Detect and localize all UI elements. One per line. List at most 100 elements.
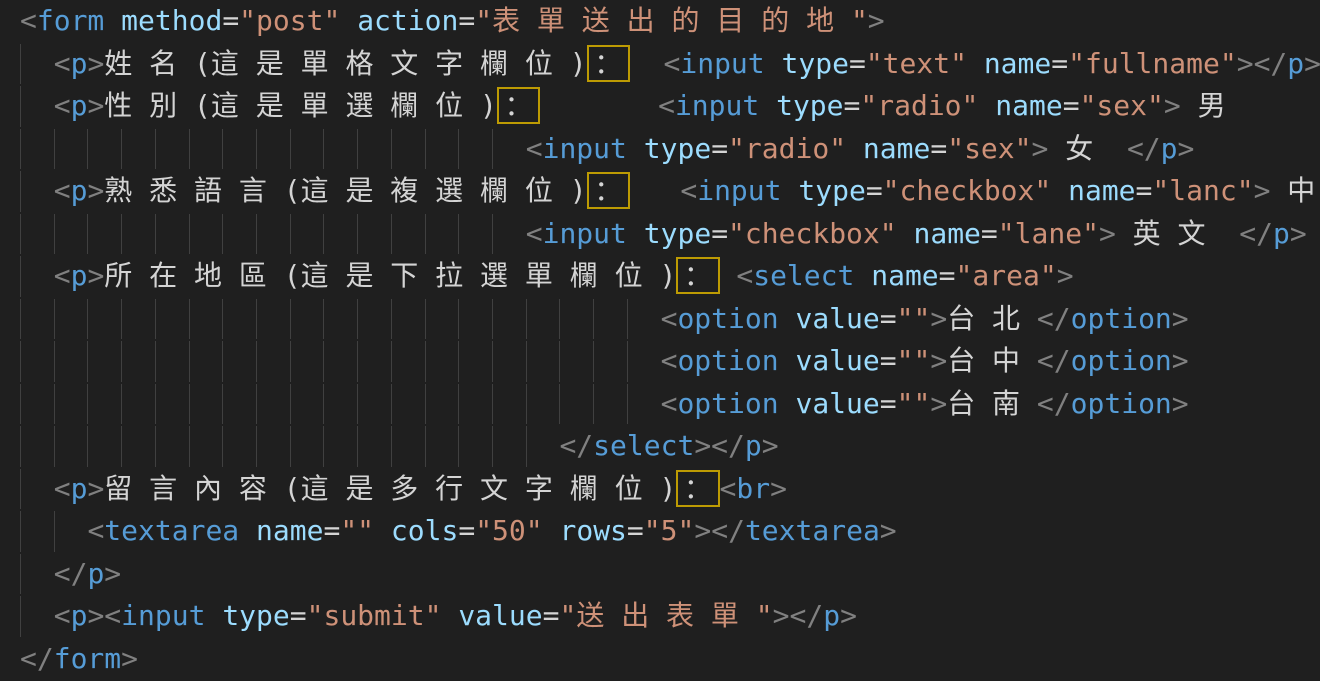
code-token: name [256, 514, 323, 547]
code-token: type [644, 217, 711, 250]
code-token: = [458, 4, 475, 37]
code-token: 台南 [947, 387, 1037, 420]
code-token [1116, 217, 1133, 250]
code-token: form [54, 642, 121, 675]
code-line[interactable]: <input type="checkbox" name="lane"> 英文 <… [0, 213, 1320, 256]
code-token: type [776, 89, 843, 122]
code-token: option [677, 387, 778, 420]
code-token: </ [1037, 344, 1071, 377]
code-token: input [680, 47, 764, 80]
code-token: "5" [644, 514, 695, 547]
code-token: 這是複選欄位 [301, 174, 570, 207]
code-line[interactable]: <input type="radio" name="sex"> 女 </p> [0, 128, 1320, 171]
code-token: ( [284, 259, 301, 292]
code-token: > [1057, 259, 1074, 292]
code-token: = [866, 174, 883, 207]
code-line[interactable]: </form> [0, 638, 1320, 681]
code-line[interactable]: <option value="">台北</option> [0, 298, 1320, 341]
code-line[interactable]: <p>留言內容(這是多行文字欄位)：<br> [0, 468, 1320, 511]
code-token: 送出表單 [576, 599, 755, 632]
code-token: > [1290, 217, 1307, 250]
code-line[interactable]: </select></p> [0, 425, 1320, 468]
code-token: </ [54, 557, 88, 590]
code-token: 姓名 [104, 47, 194, 80]
code-token: > [87, 599, 104, 632]
unicode-highlight-colon: ： [676, 470, 719, 507]
code-token: rows [559, 514, 626, 547]
code-line[interactable]: <option value="">台南</option> [0, 383, 1320, 426]
code-token: = [711, 132, 728, 165]
code-token: 所在地區 [104, 259, 283, 292]
code-token: < [661, 302, 678, 335]
code-token: = [290, 599, 307, 632]
code-token [20, 599, 54, 632]
code-token: 留言內容 [104, 472, 283, 505]
code-token: br [736, 472, 770, 505]
code-token: textarea [104, 514, 239, 547]
code-token: > [1032, 132, 1049, 165]
code-editor[interactable]: <form method="post" action="表單送出的目的地"> <… [0, 0, 1320, 681]
code-token: option [677, 344, 778, 377]
code-token [540, 89, 658, 122]
code-token: </ [711, 429, 745, 462]
code-token: ) [659, 259, 676, 292]
code-token: > [868, 4, 885, 37]
code-token [20, 89, 54, 122]
code-token: p [87, 557, 104, 590]
code-line[interactable]: <textarea name="" cols="50" rows="5"></t… [0, 510, 1320, 553]
code-token: < [664, 47, 681, 80]
code-line[interactable]: </p> [0, 553, 1320, 596]
code-token: ) [570, 174, 587, 207]
code-token: option [1071, 387, 1172, 420]
code-token [1048, 132, 1065, 165]
code-token [854, 259, 871, 292]
code-token: > [1172, 387, 1189, 420]
code-token [846, 132, 863, 165]
code-token: > [87, 259, 104, 292]
code-token: > [880, 514, 897, 547]
code-token: = [880, 302, 897, 335]
code-token: select [593, 429, 694, 462]
code-token: value [458, 599, 542, 632]
code-token: option [677, 302, 778, 335]
code-token [967, 47, 984, 80]
code-line[interactable]: <p>性別(這是單選欄位)： <input type="radio" name=… [0, 85, 1320, 128]
code-token: input [543, 132, 627, 165]
code-token: input [697, 174, 781, 207]
code-token: < [526, 132, 543, 165]
code-token: > [1254, 174, 1271, 207]
code-token: ( [284, 174, 301, 207]
code-token: "" [897, 387, 931, 420]
code-token: name [1068, 174, 1135, 207]
code-line[interactable]: <p><input type="submit" value="送出表單"></p… [0, 595, 1320, 638]
code-token: ) [480, 89, 497, 122]
code-line[interactable]: <option value="">台中</option> [0, 340, 1320, 383]
code-token: 這是單選欄位 [211, 89, 480, 122]
code-token: > [1099, 217, 1116, 250]
code-token [20, 514, 87, 547]
code-token: 女 [1065, 132, 1110, 165]
code-token: p [745, 429, 762, 462]
code-token [1181, 89, 1198, 122]
code-token: "" [340, 514, 374, 547]
code-token: </ [790, 599, 824, 632]
code-token [205, 599, 222, 632]
code-token: "submit" [307, 599, 442, 632]
code-token: < [54, 259, 71, 292]
code-token: = [323, 514, 340, 547]
code-token: > [1172, 302, 1189, 335]
code-token: "area" [956, 259, 1057, 292]
code-line[interactable]: <p>熟悉語言(這是複選欄位)： <input type="checkbox" … [0, 170, 1320, 213]
code-line[interactable]: <p>所在地區(這是下拉選單欄位)： <select name="area"> [0, 255, 1320, 298]
code-line[interactable]: <p>姓名(這是單格文字欄位)： <input type="text" name… [0, 43, 1320, 86]
code-token [759, 89, 776, 122]
code-token: < [526, 217, 543, 250]
code-token [20, 472, 54, 505]
code-token: name [863, 132, 930, 165]
code-token: </ [711, 514, 745, 547]
code-line[interactable]: <form method="post" action="表單送出的目的地"> [0, 0, 1320, 43]
code-token: > [840, 599, 857, 632]
code-token: value [795, 302, 879, 335]
code-token [20, 174, 54, 207]
code-token: 熟悉語言 [104, 174, 283, 207]
